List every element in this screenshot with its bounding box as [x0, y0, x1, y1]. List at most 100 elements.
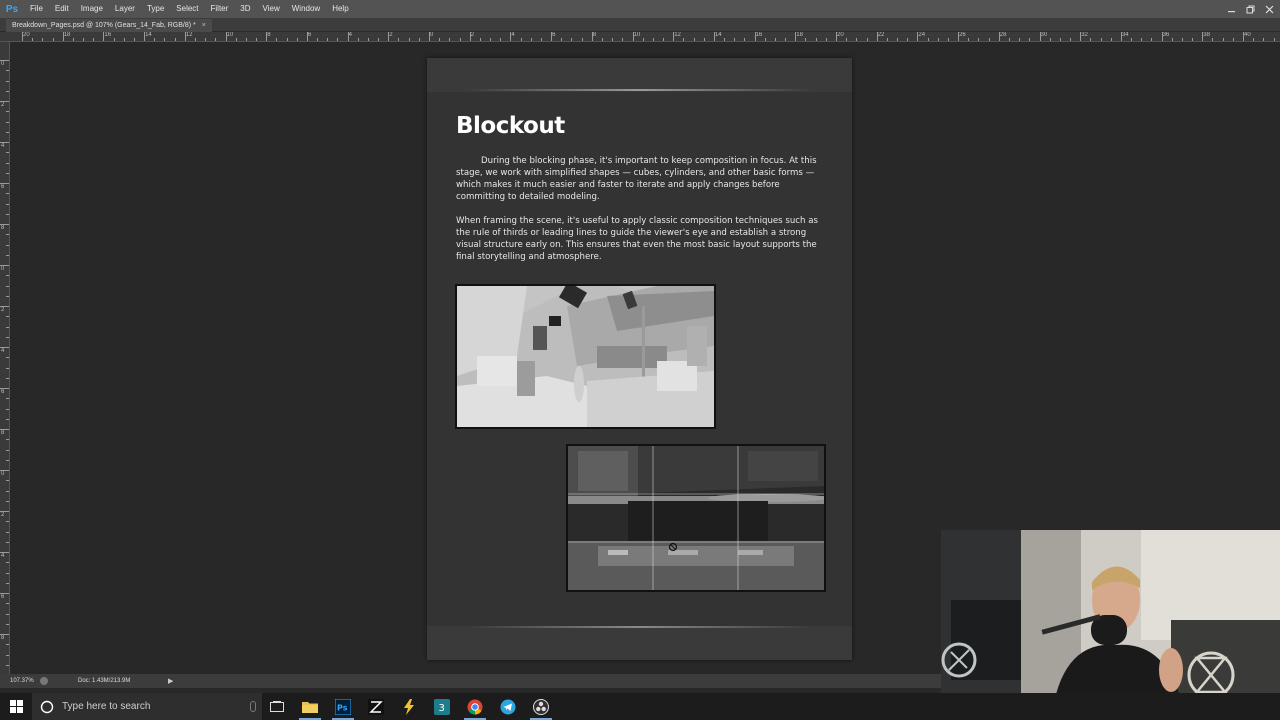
menu-help[interactable]: Help: [326, 0, 354, 18]
ruler-left-tick: [6, 295, 9, 297]
obs-icon[interactable]: [526, 693, 556, 720]
ruler-top-tick: [418, 38, 420, 41]
ruler-top-label: 34: [1121, 32, 1129, 38]
ruler-left-tick: [6, 439, 9, 441]
task-view-icon[interactable]: [262, 693, 292, 720]
ruler-top-tick: [1059, 38, 1061, 41]
ruler-top-tick: [591, 32, 593, 41]
menu-select[interactable]: Select: [170, 0, 204, 18]
ruler-left-tick: [6, 449, 9, 451]
ruler-top-tick: [673, 32, 675, 41]
ruler-top-tick: [317, 38, 319, 41]
menu-view[interactable]: View: [257, 0, 286, 18]
ruler-top-tick: [520, 38, 522, 41]
inkscape-icon[interactable]: [361, 693, 391, 720]
ruler-left-tick: [0, 60, 9, 61]
svg-text:Ps: Ps: [337, 703, 348, 712]
ruler-vertical[interactable]: 0 2 4 6 8 0 2 4 6 8 0 2 4 6 8: [0, 42, 10, 674]
substance-icon[interactable]: 3: [427, 693, 457, 720]
document-tab-bar: Breakdown_Pages.psd @ 107% (Gears_14_Fab…: [0, 18, 1280, 32]
taskbar-search-box[interactable]: Type here to search: [32, 693, 262, 720]
ruler-top-label: 16: [755, 32, 763, 38]
ruler-left-tick: [6, 490, 9, 492]
ruler-top-label: 22: [877, 32, 885, 38]
ruler-left-tick: [6, 644, 9, 646]
ruler-top-tick: [184, 32, 186, 41]
ruler-top-tick: [357, 38, 359, 41]
ruler-top-tick: [805, 38, 807, 41]
search-placeholder: Type here to search: [62, 701, 151, 712]
ruler-left-label: 8: [1, 225, 5, 231]
windows-start-button[interactable]: [0, 693, 32, 720]
menu-file[interactable]: File: [24, 0, 49, 18]
ruler-top-tick: [22, 32, 23, 41]
menu-3d[interactable]: 3D: [234, 0, 256, 18]
menu-edit[interactable]: Edit: [49, 0, 75, 18]
menu-type[interactable]: Type: [141, 0, 170, 18]
ruler-top-label: 4: [348, 32, 352, 38]
photoshop-icon[interactable]: Ps: [328, 693, 358, 720]
ruler-top-tick: [897, 38, 899, 41]
close-icon[interactable]: [1265, 5, 1274, 14]
ruler-top-tick: [1080, 32, 1082, 41]
windows-logo-icon: [9, 700, 23, 713]
ruler-left-tick: [0, 511, 9, 512]
ruler-top-tick: [754, 32, 756, 41]
ruler-top-tick: [500, 38, 502, 41]
ruler-top-tick: [937, 38, 939, 41]
lightning-app-icon[interactable]: [394, 693, 424, 720]
ruler-left-tick: [0, 306, 9, 307]
ruler-left-label: 2: [1, 307, 5, 313]
microphone-icon[interactable]: [250, 701, 256, 712]
ruler-top-tick: [1222, 38, 1224, 41]
ruler-top-tick: [947, 38, 949, 41]
menu-window[interactable]: Window: [286, 0, 326, 18]
ruler-left-tick: [6, 234, 9, 236]
ruler-top-label: 10: [226, 32, 234, 38]
ruler-left-tick: [6, 111, 9, 113]
zoom-indicator-icon: [40, 677, 48, 685]
zoom-level[interactable]: 107.37%: [10, 678, 40, 684]
ruler-top-tick: [1019, 38, 1021, 41]
ruler-top-tick: [876, 32, 878, 41]
ruler-top-label: 30: [1040, 32, 1048, 38]
minimize-icon[interactable]: [1227, 5, 1236, 14]
file-explorer-icon[interactable]: [295, 693, 325, 720]
menu-filter[interactable]: Filter: [205, 0, 235, 18]
menu-layer[interactable]: Layer: [109, 0, 141, 18]
tab-close-icon[interactable]: ×: [202, 19, 206, 32]
ruler-top-tick: [52, 38, 54, 41]
document-page[interactable]: Blockout During the blocking phase, it's…: [427, 58, 852, 660]
ruler-left-tick: [6, 418, 9, 420]
ruler-top-tick: [378, 38, 380, 41]
paragraph-blocking-phase: During the blocking phase, it's importan…: [456, 156, 817, 202]
ruler-top-tick: [601, 38, 603, 41]
ruler-top-tick: [795, 32, 797, 41]
composition-render-image: [566, 444, 826, 592]
ruler-top-tick: [306, 32, 308, 41]
ruler-left-tick: [0, 265, 9, 266]
page-header-band: [427, 58, 852, 92]
ruler-top-tick: [123, 38, 125, 41]
ruler-top-label: 2: [470, 32, 475, 38]
ruler-top-tick: [1151, 38, 1153, 41]
status-menu-arrow[interactable]: ▶: [168, 677, 173, 685]
ruler-top-tick: [1039, 32, 1041, 41]
ruler-left-tick: [6, 562, 9, 564]
ruler-top-tick: [83, 38, 85, 41]
ruler-left-tick: [6, 613, 9, 615]
document-tab[interactable]: Breakdown_Pages.psd @ 107% (Gears_14_Fab…: [6, 19, 212, 32]
ruler-top-tick: [72, 38, 74, 41]
ruler-left-label: 0: [1, 471, 5, 477]
ruler-top-tick: [286, 38, 288, 41]
restore-icon[interactable]: [1246, 5, 1255, 14]
chrome-icon[interactable]: [460, 693, 490, 720]
menu-image[interactable]: Image: [75, 0, 109, 18]
menu-bar: Ps File Edit Image Layer Type Select Fil…: [0, 0, 1280, 18]
svg-text:3: 3: [439, 703, 445, 714]
ruler-top-tick: [235, 38, 237, 41]
telegram-icon[interactable]: [493, 693, 523, 720]
ruler-horizontal[interactable]: 20 18 16 14 12 10 8 6 4 2 0 2 4 6 8 10 12 14 16 18 20 22 24 26 2…: [0, 32, 1280, 42]
ruler-top-label: 6: [307, 32, 312, 38]
ruler-left-label: 4: [1, 553, 5, 559]
